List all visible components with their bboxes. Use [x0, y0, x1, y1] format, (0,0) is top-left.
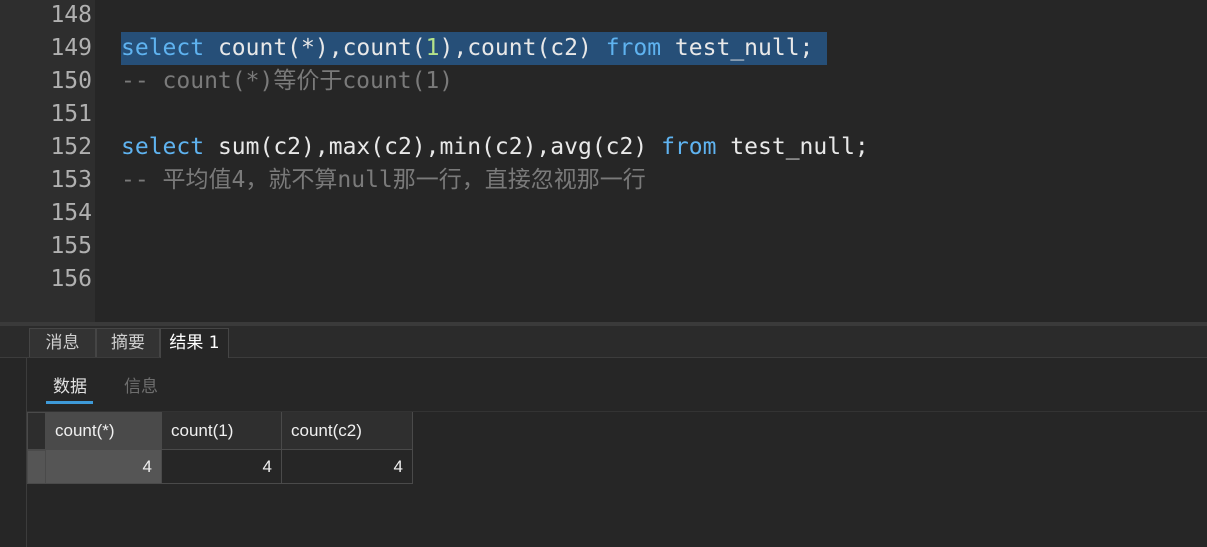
active-subtab-indicator — [46, 401, 93, 404]
sql-keyword: select — [121, 134, 205, 160]
line-number: 148 — [50, 2, 92, 28]
subtab-data[interactable]: 数据 — [53, 372, 87, 397]
subtab-info[interactable]: 信息 — [124, 372, 158, 397]
code-line[interactable]: 156 — [0, 263, 1207, 296]
code-line[interactable]: 152 select sum(c2),max(c2),min(c2),avg(c2… — [0, 131, 1207, 164]
sql-comment: -- count(*)等价于count(1) — [121, 68, 454, 94]
code-token: test_null; — [716, 134, 869, 160]
sql-keyword: from — [661, 134, 717, 160]
tab-messages[interactable]: 消息 — [29, 328, 96, 357]
tab-result-1[interactable]: 结果 1 — [160, 328, 229, 359]
line-number: 156 — [50, 266, 92, 292]
line-number: 149 — [50, 35, 92, 61]
row-selector[interactable] — [27, 450, 46, 484]
sql-keyword: from — [605, 35, 662, 61]
code-token: test_null; — [661, 35, 814, 61]
column-header[interactable]: count(c2) — [282, 412, 413, 450]
sql-comment: -- 平均值4，就不算null那一行，直接忽视那一行 — [121, 167, 646, 193]
selected-code: select count(*),count(1),count(c2) from … — [121, 32, 828, 65]
result-panel: 数据 信息 count(*) count(1) count(c2) 4 4 4 — [26, 358, 1207, 547]
line-number: 153 — [50, 167, 92, 193]
line-number: 152 — [50, 134, 92, 160]
code-line[interactable]: 155 — [0, 230, 1207, 263]
tab-summary[interactable]: 摘要 — [96, 328, 160, 357]
column-header[interactable]: count(1) — [162, 412, 282, 450]
code-text: -- count(*)等价于count(1) — [121, 65, 453, 98]
code-line[interactable]: 148 — [0, 0, 1207, 32]
line-number: 151 — [50, 101, 92, 127]
code-token: count(*),count( — [204, 35, 426, 61]
result-tab-bar: 消息 摘要 结果 1 — [0, 326, 1207, 359]
code-line[interactable]: 154 — [0, 197, 1207, 230]
code-line[interactable]: 149 select count(*),count(1),count(c2) fr… — [0, 32, 1207, 65]
code-token: sum(c2),max(c2),min(c2),avg(c2) — [204, 134, 662, 160]
sql-editor[interactable]: 148 149 select count(*),count(1),count(c2)… — [0, 0, 1207, 322]
grid-cell[interactable]: 4 — [282, 450, 413, 484]
grid-cell[interactable]: 4 — [46, 450, 162, 484]
line-number: 150 — [50, 68, 92, 94]
code-line[interactable]: 151 — [0, 98, 1207, 131]
grid-corner — [27, 412, 46, 450]
code-line[interactable]: 150 -- count(*)等价于count(1) — [0, 65, 1207, 98]
grid-cell[interactable]: 4 — [162, 450, 282, 484]
numeric-literal: 1 — [425, 35, 440, 61]
code-line[interactable]: 153 -- 平均值4，就不算null那一行，直接忽视那一行 — [0, 164, 1207, 197]
code-text: -- 平均值4，就不算null那一行，直接忽视那一行 — [121, 164, 646, 197]
column-header[interactable]: count(*) — [46, 412, 162, 450]
code-token: ),count(c2) — [439, 35, 606, 61]
line-number: 155 — [50, 233, 92, 259]
line-number: 154 — [50, 200, 92, 226]
code-text: select sum(c2),max(c2),min(c2),avg(c2) f… — [121, 131, 869, 164]
sql-keyword: select — [121, 35, 205, 61]
